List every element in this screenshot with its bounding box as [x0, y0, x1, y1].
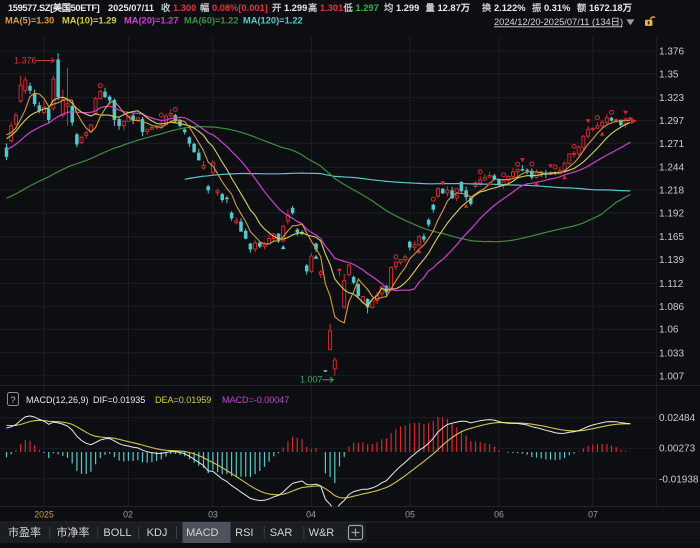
svg-text:1.086: 1.086 [659, 302, 684, 313]
svg-text:03: 03 [208, 510, 218, 520]
svg-text:1672.18万: 1672.18万 [589, 3, 632, 13]
svg-text:收: 收 [161, 2, 171, 13]
svg-text:1.299: 1.299 [396, 3, 419, 13]
svg-text:1.376: 1.376 [14, 56, 37, 66]
svg-text:MACD(12,26,9): MACD(12,26,9) [26, 395, 89, 405]
svg-text:1.299: 1.299 [284, 3, 307, 13]
svg-text:均: 均 [384, 2, 393, 13]
svg-text:BOLL: BOLL [103, 527, 131, 539]
svg-text:量: 量 [426, 2, 436, 13]
svg-text:1.376: 1.376 [659, 46, 684, 57]
svg-text:DIF=0.01935: DIF=0.01935 [93, 395, 145, 405]
svg-text:05: 05 [405, 510, 415, 520]
svg-text:SAR: SAR [270, 527, 293, 539]
svg-text:DEA=0.01959: DEA=0.01959 [155, 395, 211, 405]
svg-text:1.300: 1.300 [173, 3, 196, 13]
svg-text:1.35: 1.35 [659, 69, 679, 80]
svg-text:1.165: 1.165 [659, 232, 684, 243]
svg-text:0.02484: 0.02484 [659, 413, 696, 424]
svg-text:1.007: 1.007 [659, 371, 684, 382]
svg-text:159577.SZ[美国50ETF]: 159577.SZ[美国50ETF] [8, 2, 100, 13]
svg-text:1.139: 1.139 [659, 255, 684, 266]
svg-text:06: 06 [494, 510, 504, 520]
svg-text:W&R: W&R [309, 527, 335, 539]
svg-text:1.301: 1.301 [320, 3, 343, 13]
svg-text:1.271: 1.271 [659, 139, 684, 150]
svg-text:1.06: 1.06 [659, 325, 679, 336]
svg-text:2.122%: 2.122% [494, 3, 526, 13]
svg-text:1.112: 1.112 [659, 279, 684, 290]
svg-text:2025: 2025 [34, 510, 54, 520]
svg-text:07: 07 [588, 510, 598, 520]
svg-text:2024/12/20-2025/07/11 (134日): 2024/12/20-2025/07/11 (134日) [494, 17, 623, 27]
svg-text:MA(5)=1.30: MA(5)=1.30 [5, 16, 54, 26]
svg-text:1.297: 1.297 [356, 3, 379, 13]
svg-text:1.323: 1.323 [659, 93, 684, 104]
svg-text:02: 02 [123, 510, 133, 520]
svg-text:开: 开 [272, 3, 282, 13]
svg-text:振: 振 [532, 2, 542, 13]
svg-text:MA(10)=1.29: MA(10)=1.29 [62, 16, 117, 26]
svg-text:1.297: 1.297 [659, 116, 684, 127]
svg-text:1.033: 1.033 [659, 348, 684, 359]
svg-text:换: 换 [482, 2, 492, 13]
svg-text:市盈率: 市盈率 [8, 525, 41, 539]
svg-text:12.87万: 12.87万 [438, 3, 471, 13]
svg-text:KDJ: KDJ [147, 527, 168, 539]
svg-text:0.08%[0.001]: 0.08%[0.001] [212, 3, 268, 13]
svg-text:MA(20)=1.27: MA(20)=1.27 [124, 16, 179, 26]
svg-text:额: 额 [577, 2, 587, 13]
svg-text:MACD: MACD [186, 527, 218, 539]
svg-text:高: 高 [308, 2, 317, 13]
svg-text:低: 低 [343, 2, 354, 13]
svg-text:1.218: 1.218 [659, 186, 684, 197]
svg-text:0.31%: 0.31% [544, 3, 571, 13]
svg-text:-0.01938: -0.01938 [659, 474, 699, 485]
svg-text:2025/07/11: 2025/07/11 [108, 3, 154, 13]
svg-text:1.244: 1.244 [659, 163, 684, 174]
svg-text:RSI: RSI [235, 527, 253, 539]
svg-text:MA(60)=1.22: MA(60)=1.22 [184, 16, 239, 26]
svg-text:?: ? [10, 395, 15, 406]
svg-text:1.007: 1.007 [300, 375, 323, 385]
svg-text:MA(120)=1.22: MA(120)=1.22 [243, 16, 303, 26]
svg-text:MACD=-0.00047: MACD=-0.00047 [222, 395, 289, 405]
svg-text:04: 04 [306, 510, 316, 520]
svg-text:幅: 幅 [200, 2, 210, 13]
svg-text:市净率: 市净率 [57, 525, 90, 539]
svg-text:1.192: 1.192 [659, 208, 684, 219]
svg-text:0.00273: 0.00273 [659, 444, 696, 455]
